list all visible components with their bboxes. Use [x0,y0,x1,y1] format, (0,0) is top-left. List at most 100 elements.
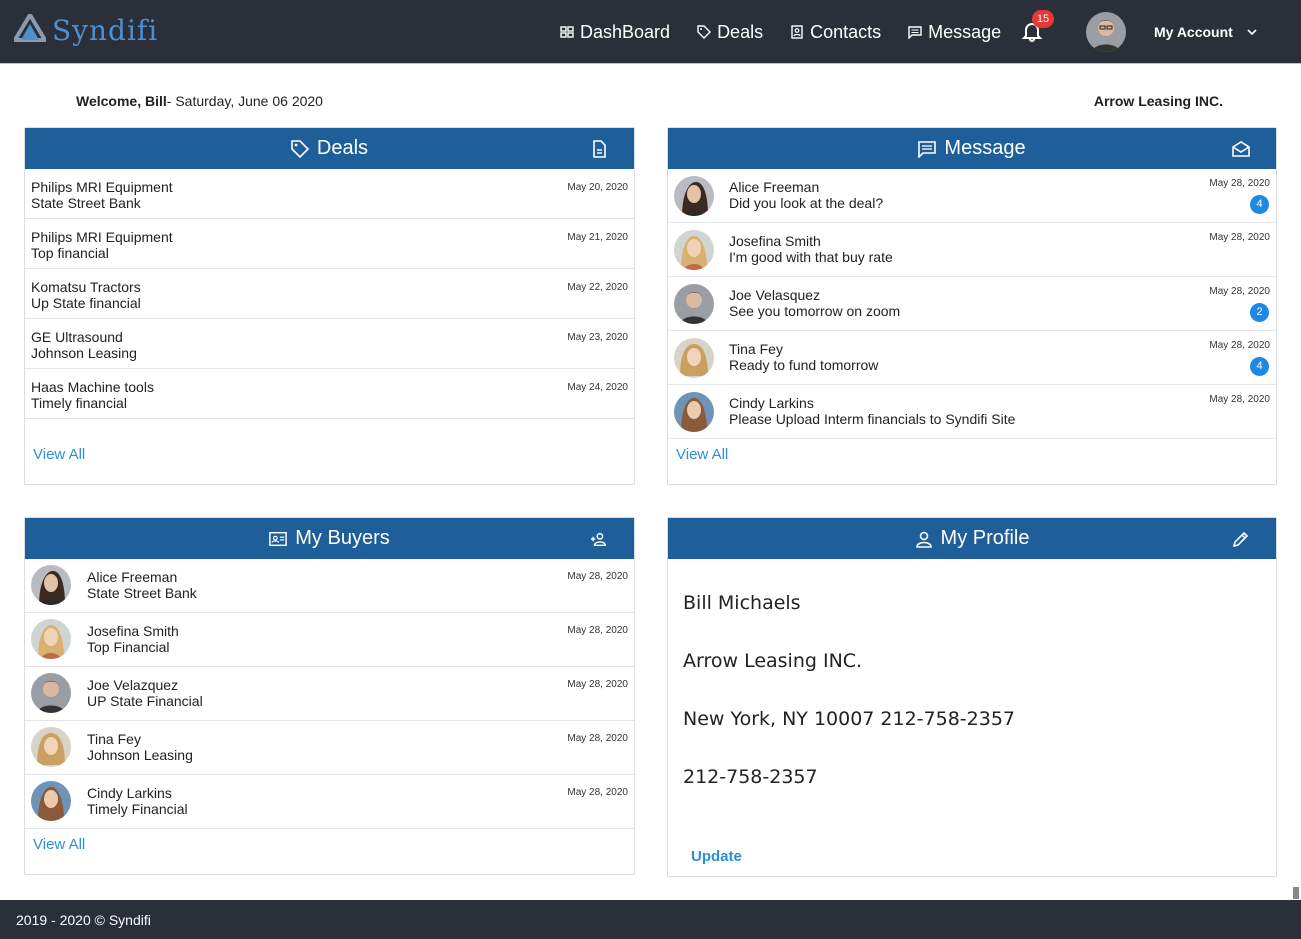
buyer-company: UP State Financial [87,693,203,709]
buyer-name: Tina Fey [87,731,141,747]
buyer-name: Josefina Smith [87,623,179,639]
list-item[interactable]: Cindy Larkins Please Upload Interm finan… [668,385,1276,439]
message-card: Message Alice Freeman Did you look at th… [667,127,1277,485]
list-item[interactable]: Philips MRI Equipment Top financial May … [25,219,634,269]
message-date: May 28, 2020 [1209,340,1270,351]
buyer-company: Johnson Leasing [87,747,193,763]
scrollbar-handle[interactable] [1293,887,1299,899]
profile-title: My Profile [940,527,1030,549]
nav-dashboard[interactable]: DashBoard [560,20,670,44]
buyers-view-all-link[interactable]: View All [33,836,85,853]
deals-view-all-link[interactable]: View All [33,446,85,463]
message-icon [918,140,937,158]
nav-deals[interactable]: Deals [697,20,763,44]
update-profile-link[interactable]: Update [691,848,742,865]
cindy-avatar-icon [674,392,714,432]
list-item[interactable]: Joe Velazquez UP State Financial May 28,… [25,667,634,721]
contact-card-icon [269,531,288,546]
my-account-label: My Account [1154,24,1233,40]
deal-name: Haas Machine tools [31,379,154,395]
unread-count-badge: 2 [1250,303,1269,322]
buyer-date: May 28, 2020 [567,787,628,798]
pencil-icon[interactable] [1232,530,1250,548]
avatar [674,392,714,432]
joe-avatar-icon [674,284,714,324]
deal-bank: State Street Bank [31,195,141,211]
profile-company: Arrow Leasing INC. [683,650,863,672]
tina-avatar-icon [674,338,714,378]
profile-card: My Profile Bill Michaels Arrow Leasing I… [667,517,1277,877]
deal-name: Philips MRI Equipment [31,179,173,195]
deals-card-header: Deals [25,128,634,169]
list-item[interactable]: Alice Freeman Did you look at the deal? … [668,169,1276,223]
brand-logo[interactable]: Syndifi [14,14,158,48]
document-icon[interactable] [590,140,608,158]
avatar [31,619,71,659]
notification-badge: 15 [1032,10,1054,28]
message-date: May 28, 2020 [1209,286,1270,297]
list-item[interactable]: Joe Velasquez See you tomorrow on zoom M… [668,277,1276,331]
buyer-company: Top Financial [87,639,170,655]
nav-message[interactable]: Message [908,20,1001,44]
josefina-avatar-icon [674,230,714,270]
deal-name: Philips MRI Equipment [31,229,173,245]
add-user-icon[interactable] [590,530,608,548]
buyer-company: Timely Financial [87,801,188,817]
page-footer: 2019 - 2020 © Syndifi [0,900,1301,939]
profile-card-header: My Profile [668,518,1276,559]
buyer-name: Cindy Larkins [87,785,172,801]
message-title: Message [944,137,1026,159]
message-sender: Tina Fey [729,341,783,357]
profile-address: New York, NY 10007 212-758-2357 [683,708,1016,730]
welcome-date: - Saturday, June 06 2020 [166,93,323,109]
list-item[interactable]: Tina Fey Johnson Leasing May 28, 2020 [25,721,634,775]
avatar [31,673,71,713]
message-text: Ready to fund tomorrow [729,357,879,373]
list-item[interactable]: Josefina Smith Top Financial May 28, 202… [25,613,634,667]
alice-avatar-icon [31,565,71,605]
profile-phone: 212-758-2357 [683,766,818,788]
envelope-open-icon[interactable] [1232,140,1250,158]
cindy-avatar-icon [31,781,71,821]
list-item[interactable]: Komatsu Tractors Up State financial May … [25,269,634,319]
josefina-avatar-icon [31,619,71,659]
message-date: May 28, 2020 [1209,178,1270,189]
list-item[interactable]: Alice Freeman State Street Bank May 28, … [25,559,634,613]
nav-contacts[interactable]: Contacts [790,20,881,44]
tag-icon [697,25,712,39]
avatar [674,284,714,324]
buyers-title: My Buyers [295,527,390,549]
messages-view-all-link[interactable]: View All [676,446,728,463]
buyer-date: May 28, 2020 [567,571,628,582]
nav-contacts-label: Contacts [810,22,882,42]
deal-bank: Timely financial [31,395,127,411]
deal-bank: Johnson Leasing [31,345,137,361]
buyer-name: Joe Velazquez [87,677,179,693]
welcome-greeting: Welcome, Bill [76,93,167,109]
alice-avatar-icon [674,176,714,216]
list-item[interactable]: GE Ultrasound Johnson Leasing May 23, 20… [25,319,634,369]
deal-bank: Up State financial [31,295,141,311]
message-date: May 28, 2020 [1209,394,1270,405]
list-item[interactable]: Philips MRI Equipment State Street Bank … [25,169,634,219]
company-name: Arrow Leasing INC. [1093,93,1223,109]
avatar [31,565,71,605]
list-item[interactable]: Josefina Smith I'm good with that buy ra… [668,223,1276,277]
avatar[interactable] [1086,12,1126,52]
list-item[interactable]: Haas Machine tools Timely financial May … [25,369,634,419]
brand-name: Syndifi [52,14,159,47]
message-text: I'm good with that buy rate [729,249,893,265]
top-navbar: Syndifi DashBoard Deals Contacts Message… [0,0,1301,64]
deal-date: May 22, 2020 [567,282,628,293]
deals-card: Deals Philips MRI Equipment State Street… [24,127,635,485]
syndifi-logo-icon [14,14,46,42]
tag-icon [291,139,309,158]
avatar [31,781,71,821]
nav-dashboard-label: DashBoard [580,22,671,42]
list-item[interactable]: Tina Fey Ready to fund tomorrow May 28, … [668,331,1276,385]
message-sender: Alice Freeman [729,179,820,195]
my-account-menu[interactable]: My Account [1154,24,1257,40]
list-item[interactable]: Cindy Larkins Timely Financial May 28, 2… [25,775,634,829]
message-icon [908,26,922,39]
dashboard-icon [560,26,574,38]
